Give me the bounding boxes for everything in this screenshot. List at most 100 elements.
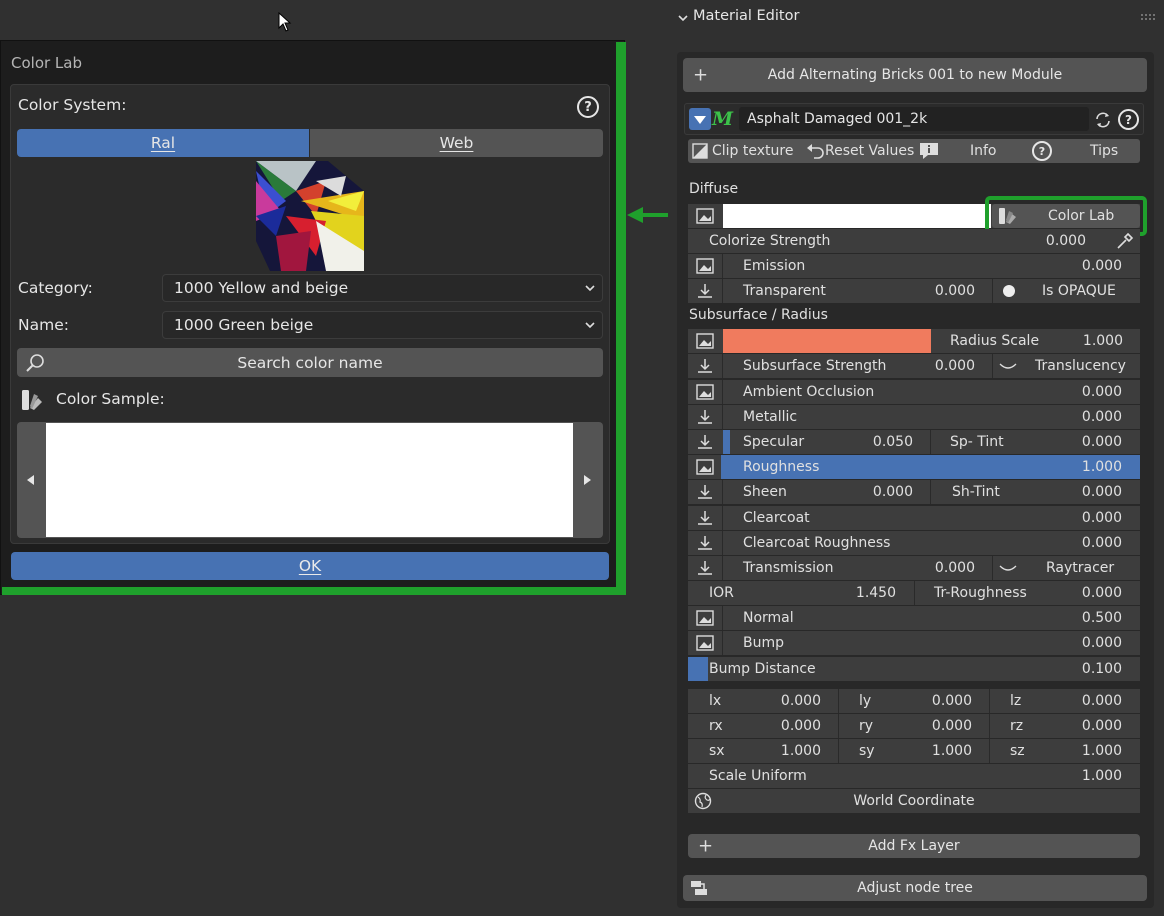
add-module-label: Add Alternating Bricks 001 to new Module: [767, 67, 1063, 83]
field-label: Bump: [743, 635, 785, 651]
material-toggle[interactable]: [689, 108, 711, 130]
clearcoat-roughness-row[interactable]: Clearcoat Roughness 0.000: [688, 531, 1140, 555]
add-module-button[interactable]: + Add Alternating Bricks 001 to new Modu…: [683, 58, 1147, 92]
adjust-node-tree-button[interactable]: Adjust node tree: [683, 875, 1147, 901]
color-swatch-icon: [22, 390, 42, 410]
curve-icon[interactable]: [998, 562, 1018, 574]
location-row[interactable]: lx 0.000 ly 0.000 lz 0.000: [688, 689, 1140, 713]
tint-value: 0.000: [1081, 434, 1122, 450]
info-button[interactable]: Info: [918, 139, 1026, 163]
image-icon[interactable]: [688, 329, 721, 353]
roughness-row[interactable]: Roughness 1.000: [688, 455, 1140, 479]
field-value: 0.000: [1081, 510, 1122, 526]
diffuse-color-swatch[interactable]: [723, 204, 991, 228]
field-label: Clearcoat Roughness: [743, 535, 891, 551]
arrow-left-icon[interactable]: [24, 473, 38, 487]
download-icon[interactable]: [688, 480, 721, 504]
help-icon[interactable]: ?: [577, 96, 599, 118]
refresh-icon[interactable]: [1092, 109, 1114, 131]
field-value: 1.000: [1081, 768, 1122, 784]
add-fx-layer-button[interactable]: + Add Fx Layer: [688, 834, 1140, 858]
raytracer-label[interactable]: Raytracer: [1046, 556, 1114, 580]
field-label: Sheen: [743, 484, 787, 500]
field-value: 0.000: [931, 693, 972, 709]
image-icon[interactable]: [688, 606, 721, 630]
image-icon[interactable]: [688, 455, 721, 479]
field-value[interactable]: 1.000: [1028, 329, 1123, 353]
tab-web[interactable]: Web: [310, 129, 603, 157]
panel-header[interactable]: Material Editor: [693, 8, 799, 24]
field-label: Emission: [743, 258, 806, 274]
scale-row[interactable]: sx 1.000 sy 1.000 sz 1.000: [688, 739, 1140, 763]
bump-distance-row[interactable]: Bump Distance 0.100: [688, 657, 1140, 681]
download-icon[interactable]: [688, 531, 721, 555]
eyedropper-icon[interactable]: [1116, 232, 1134, 250]
transparent-row[interactable]: Transparent 0.000 Is OPAQUE: [688, 279, 1140, 303]
color-lab-button[interactable]: Color Lab: [992, 204, 1140, 228]
ior-row[interactable]: IOR 1.450 Tr-Roughness 0.000: [688, 581, 1140, 605]
download-icon[interactable]: [688, 279, 721, 303]
world-coordinate-label: World Coordinate: [853, 793, 975, 809]
adjust-node-tree-label: Adjust node tree: [857, 880, 973, 896]
transmission-row[interactable]: Transmission 0.000 Raytracer: [688, 556, 1140, 580]
metallic-row[interactable]: Metallic 0.000: [688, 405, 1140, 429]
field-label: ly: [859, 693, 872, 709]
image-icon[interactable]: [688, 631, 721, 655]
tab-ral[interactable]: Ral: [17, 129, 309, 157]
info-icon: [920, 143, 938, 159]
color-fan-thumbnail: [256, 161, 364, 271]
emission-row[interactable]: Emission 0.000: [688, 254, 1140, 278]
tips-button[interactable]: ? Tips: [1030, 139, 1140, 163]
search-label: Search color name: [237, 353, 383, 372]
field-value: 0.100: [1081, 661, 1122, 677]
download-icon[interactable]: [688, 556, 721, 580]
field-label: Transmission: [743, 560, 834, 576]
name-select[interactable]: 1000 Green beige: [162, 311, 603, 339]
field-label: Normal: [743, 610, 794, 626]
world-coordinate-button[interactable]: World Coordinate: [688, 789, 1140, 813]
ambient-occlusion-row[interactable]: Ambient Occlusion 0.000: [688, 380, 1140, 404]
scale-uniform-row[interactable]: Scale Uniform 1.000: [688, 764, 1140, 788]
help-icon[interactable]: ?: [1118, 109, 1139, 130]
clearcoat-row[interactable]: Clearcoat 0.000: [688, 506, 1140, 530]
opaque-label[interactable]: Is OPAQUE: [1042, 279, 1116, 303]
image-icon[interactable]: [688, 380, 721, 404]
ok-button[interactable]: OK: [11, 552, 609, 580]
arrow-right-icon[interactable]: [580, 473, 594, 487]
sheen-row[interactable]: Sheen 0.000 Sh-Tint 0.000: [688, 480, 1140, 504]
reset-values-button[interactable]: Reset Values: [805, 139, 915, 163]
category-select[interactable]: 1000 Yellow and beige: [162, 274, 603, 302]
clip-texture-button[interactable]: Clip texture: [690, 139, 798, 163]
normal-row[interactable]: Normal 0.500: [688, 606, 1140, 630]
subsurface-strength-row[interactable]: Subsurface Strength 0.000 Translucency: [688, 354, 1140, 378]
download-icon[interactable]: [688, 354, 721, 378]
mouse-cursor-icon: [278, 12, 292, 32]
search-color-button[interactable]: Search color name: [17, 348, 603, 377]
popup-title: Color Lab: [11, 54, 83, 72]
download-icon[interactable]: [688, 430, 721, 454]
field-label: lz: [1010, 693, 1022, 709]
download-icon[interactable]: [688, 405, 721, 429]
bump-row[interactable]: Bump 0.000: [688, 631, 1140, 655]
colorize-strength-row[interactable]: Colorize Strength 0.000: [688, 229, 1140, 253]
field-value: 0.000: [931, 718, 972, 734]
image-icon[interactable]: [688, 204, 721, 228]
field-label: Transparent: [743, 283, 826, 299]
plus-icon: +: [693, 64, 709, 86]
specular-row[interactable]: Specular 0.050 Sp- Tint 0.000: [688, 430, 1140, 454]
translucency-label[interactable]: Translucency: [1035, 354, 1126, 378]
rotation-row[interactable]: rx 0.000 ry 0.000 rz 0.000: [688, 714, 1140, 738]
field-label: rz: [1010, 718, 1024, 734]
image-icon[interactable]: [688, 254, 721, 278]
curve-icon[interactable]: [998, 360, 1018, 372]
undo-icon: [807, 144, 824, 159]
field-label: Colorize Strength: [709, 233, 831, 249]
radio-dot-icon[interactable]: [1003, 285, 1015, 297]
radius-color-swatch[interactable]: [723, 329, 931, 353]
drag-handle-icon[interactable]: [1140, 12, 1156, 22]
field-label[interactable]: Radius Scale: [950, 329, 1039, 353]
field-value: 0.050: [872, 434, 913, 450]
download-icon[interactable]: [688, 506, 721, 530]
material-name-field[interactable]: Asphalt Damaged 001_2k: [739, 107, 1089, 131]
chevron-down-icon[interactable]: [677, 12, 689, 24]
